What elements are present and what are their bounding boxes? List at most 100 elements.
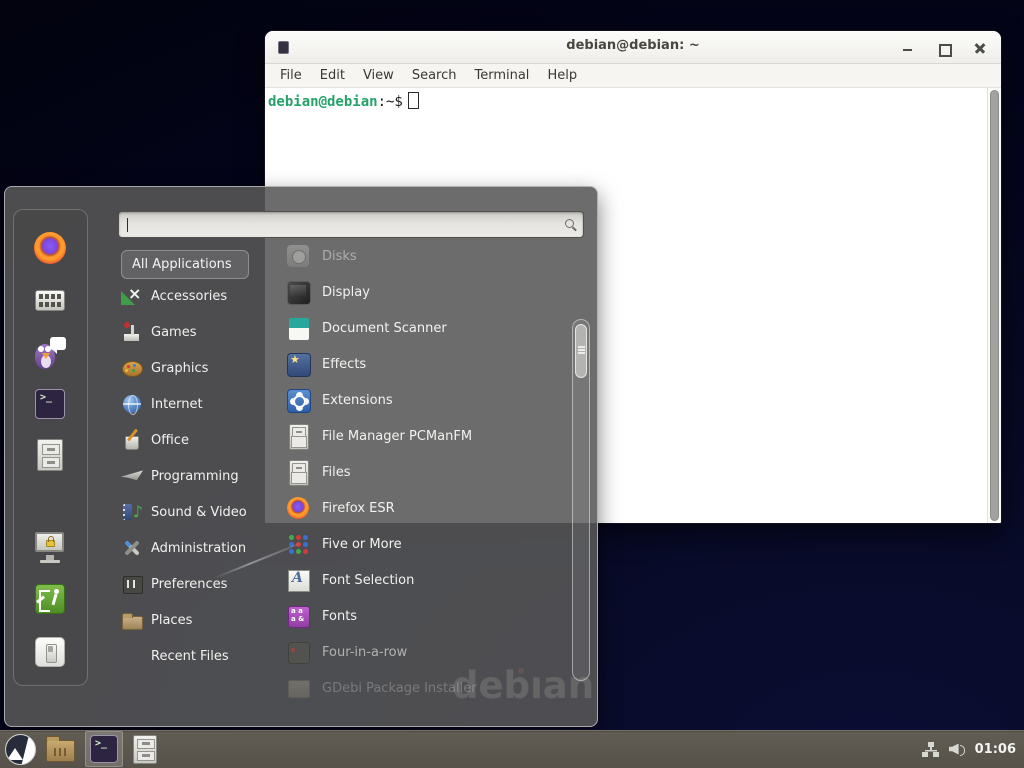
all-applications-label: All Applications xyxy=(132,257,232,272)
logout-icon xyxy=(35,584,65,614)
terminal-menubar: File Edit View Search Terminal Help xyxy=(265,64,1001,88)
favorite-terminal[interactable] xyxy=(15,384,85,424)
category-label: Recent Files xyxy=(151,649,229,664)
favorite-file-manager[interactable] xyxy=(15,435,85,475)
prompt-user: debian@debian xyxy=(268,94,378,110)
category-list: Accessories Games Graphics Internet Offi… xyxy=(121,278,281,674)
app-four-in-a-row[interactable]: Four-in-a-row xyxy=(286,634,568,670)
mate-menu-button[interactable] xyxy=(5,734,36,765)
file-cabinet-icon xyxy=(133,735,157,764)
app-fonts[interactable]: Fonts xyxy=(286,598,568,634)
disks-icon xyxy=(286,244,310,268)
app-font-selection[interactable]: Font Selection xyxy=(286,562,568,598)
favorite-firefox[interactable] xyxy=(15,228,85,268)
internet-icon xyxy=(121,393,143,415)
all-applications-button[interactable]: All Applications xyxy=(121,250,249,279)
office-icon xyxy=(121,429,143,451)
terminal-cursor xyxy=(408,92,419,109)
app-display[interactable]: Display xyxy=(286,274,568,310)
menu-file[interactable]: File xyxy=(271,66,311,85)
sound-video-icon xyxy=(121,501,143,523)
category-places[interactable]: Places xyxy=(121,602,281,638)
desktop-folder-launcher[interactable] xyxy=(42,731,79,767)
text-caret xyxy=(127,218,128,232)
file-manager-launcher[interactable] xyxy=(129,731,161,767)
category-preferences[interactable]: Preferences xyxy=(121,566,281,602)
app-pcmanfm[interactable]: File Manager PCManFM xyxy=(286,418,568,454)
file-cabinet-icon xyxy=(37,439,63,471)
window-controls xyxy=(901,31,987,64)
app-firefox-esr[interactable]: Firefox ESR xyxy=(286,490,568,526)
category-accessories[interactable]: Accessories xyxy=(121,278,281,314)
category-label: Graphics xyxy=(151,361,208,376)
terminal-scrollbar[interactable] xyxy=(987,88,1001,523)
shutdown-button[interactable] xyxy=(15,632,85,672)
category-label: Accessories xyxy=(151,289,227,304)
app-disks[interactable]: Disks xyxy=(286,238,568,274)
folder-icon xyxy=(46,740,75,762)
prompt-path: :~$ xyxy=(378,94,403,110)
app-label: File Manager PCManFM xyxy=(322,429,472,444)
lock-screen-button[interactable] xyxy=(15,527,85,567)
category-label: Places xyxy=(151,613,192,628)
app-label: Font Selection xyxy=(322,573,414,588)
category-games[interactable]: Games xyxy=(121,314,281,350)
document-scanner-icon xyxy=(286,316,310,340)
category-office[interactable]: Office xyxy=(121,422,281,458)
app-effects[interactable]: Effects xyxy=(286,346,568,382)
panel-clock[interactable]: 01:06 xyxy=(975,742,1016,757)
category-label: Preferences xyxy=(151,577,227,592)
app-label: Four-in-a-row xyxy=(322,645,407,660)
app-label: Fonts xyxy=(322,609,357,624)
task-terminal[interactable] xyxy=(85,731,123,767)
fonts-icon xyxy=(286,604,310,628)
category-graphics[interactable]: Graphics xyxy=(121,350,281,386)
menu-scrollbar-thumb[interactable] xyxy=(575,324,587,378)
file-cabinet-icon xyxy=(286,460,310,484)
menu-search[interactable]: Search xyxy=(403,66,466,85)
maximize-button[interactable] xyxy=(937,41,951,55)
app-label: Files xyxy=(322,465,351,480)
volume-icon[interactable] xyxy=(949,742,965,757)
menu-edit[interactable]: Edit xyxy=(311,66,354,85)
category-internet[interactable]: Internet xyxy=(121,386,281,422)
category-recent-files[interactable]: Recent Files xyxy=(121,638,281,674)
category-label: Office xyxy=(151,433,189,448)
application-list: Disks Display Document Scanner Effects E… xyxy=(286,238,568,706)
font-selection-icon xyxy=(286,568,310,592)
app-label: Document Scanner xyxy=(322,321,447,336)
places-icon xyxy=(121,609,143,631)
category-label: Internet xyxy=(151,397,203,412)
app-files[interactable]: Files xyxy=(286,454,568,490)
app-five-or-more[interactable]: Five or More xyxy=(286,526,568,562)
favorite-pidgin[interactable] xyxy=(15,333,85,373)
menu-view[interactable]: View xyxy=(354,66,403,85)
pidgin-icon xyxy=(34,337,66,369)
category-programming[interactable]: Programming xyxy=(121,458,281,494)
preferences-icon xyxy=(121,573,143,595)
logout-button[interactable] xyxy=(15,579,85,619)
terminal-scrollbar-thumb[interactable] xyxy=(990,90,999,521)
network-icon[interactable] xyxy=(922,742,939,757)
app-extensions[interactable]: Extensions xyxy=(286,382,568,418)
app-gdebi[interactable]: GDebi Package Installer xyxy=(286,670,568,706)
four-in-a-row-icon xyxy=(286,640,310,664)
magnifier-icon xyxy=(565,219,574,228)
app-label: GDebi Package Installer xyxy=(322,681,477,696)
category-sound-video[interactable]: Sound & Video xyxy=(121,494,281,530)
close-button[interactable] xyxy=(973,41,987,55)
firefox-icon xyxy=(286,496,310,520)
terminal-titlebar[interactable]: debian@debian: ~ xyxy=(265,31,1001,64)
menu-scrollbar[interactable] xyxy=(572,319,590,681)
menu-help[interactable]: Help xyxy=(538,66,586,85)
firefox-icon xyxy=(34,232,66,264)
app-label: Disks xyxy=(322,249,357,264)
accessories-icon xyxy=(121,285,143,307)
menu-terminal[interactable]: Terminal xyxy=(465,66,538,85)
favorite-software[interactable] xyxy=(15,280,85,320)
keyboard-icon xyxy=(35,290,65,311)
minimize-button[interactable] xyxy=(901,41,915,55)
system-tray: 01:06 xyxy=(922,742,1024,757)
app-document-scanner[interactable]: Document Scanner xyxy=(286,310,568,346)
search-input[interactable] xyxy=(118,211,584,238)
